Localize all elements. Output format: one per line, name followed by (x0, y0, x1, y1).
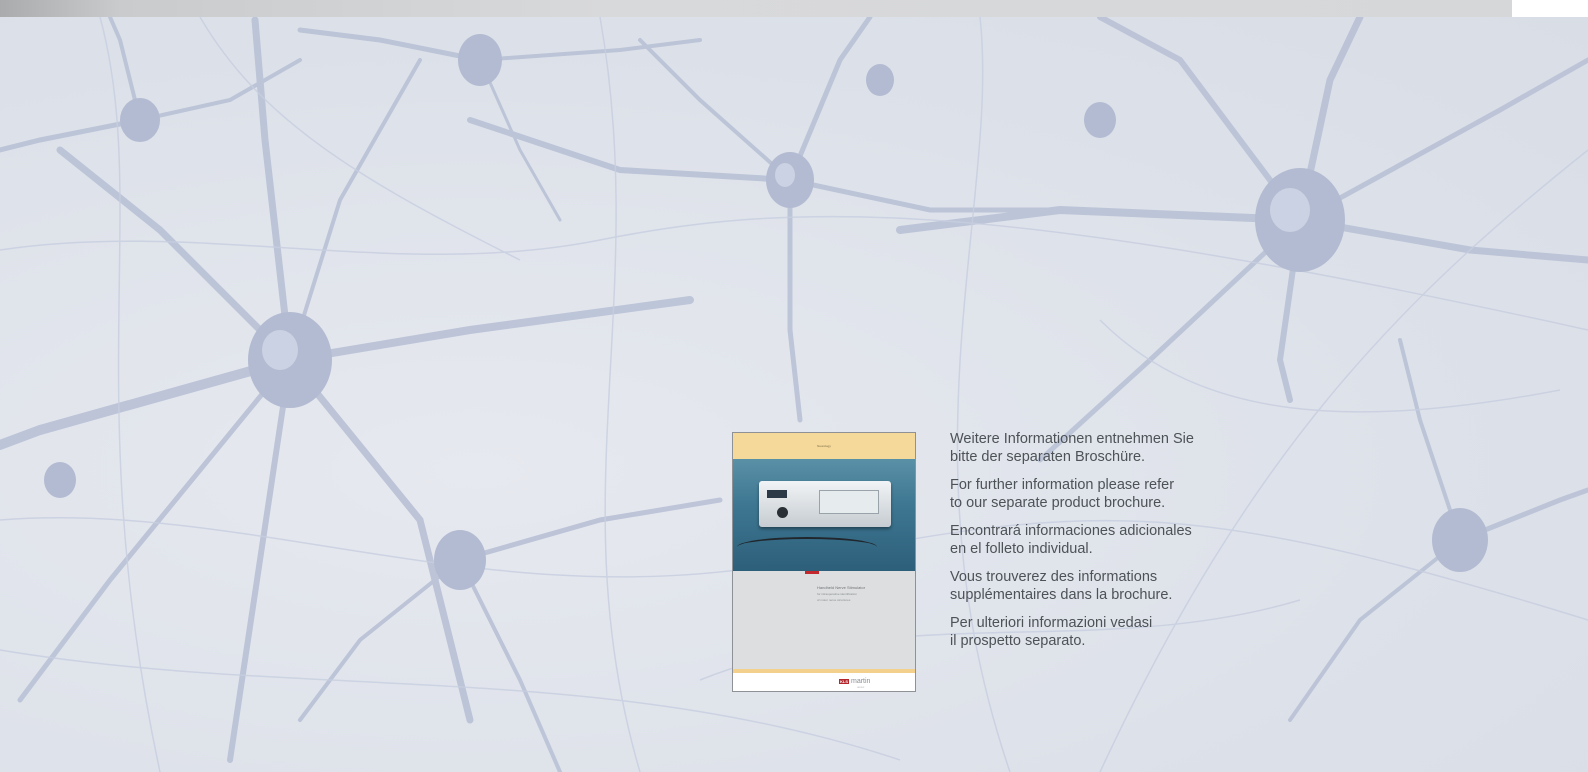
device-unit-icon (759, 481, 891, 527)
brochure-subtitle-line-2: of motor nerve structures (817, 598, 851, 602)
brochure-header: Neurology (733, 433, 915, 459)
info-paragraph-es: Encontrará informaciones adicionales en … (950, 523, 1192, 557)
multilingual-info-text: Weitere Informationen entnehmen Sie bitt… (950, 430, 1270, 660)
brochure-title: Handheld Nerve Stimulator (817, 585, 866, 590)
logo-text: martin (851, 678, 871, 685)
product-brochure-cover[interactable]: Neurology Handheld Nerve Stimulator for … (732, 432, 916, 692)
logo-subtext: GROUP (857, 687, 865, 689)
kls-martin-logo: KLS martin (839, 678, 870, 685)
info-paragraph-de: Weitere Informationen entnehmen Sie bitt… (950, 431, 1194, 465)
info-paragraph-en: For further information please refer to … (950, 477, 1175, 511)
top-bar (0, 0, 1512, 17)
device-knob (777, 507, 788, 518)
logo-mark: KLS (839, 679, 849, 684)
device-cable (737, 537, 877, 557)
device-display (819, 490, 879, 514)
brochure-accent-strip (805, 571, 819, 574)
top-bar-end (1512, 0, 1588, 17)
nerve-stimulator-device-photo (733, 459, 915, 571)
brochure-header-label: Neurology (817, 444, 831, 448)
info-paragraph-it: Per ulteriori informazioni vedasi il pro… (950, 615, 1153, 649)
brochure-footer: KLS martin GROUP (733, 673, 915, 691)
device-screen (767, 490, 787, 498)
info-paragraph-fr: Vous trouverez des informations suppléme… (950, 569, 1173, 603)
brochure-subtitle-line-1: for intraoperative identification (817, 592, 858, 596)
